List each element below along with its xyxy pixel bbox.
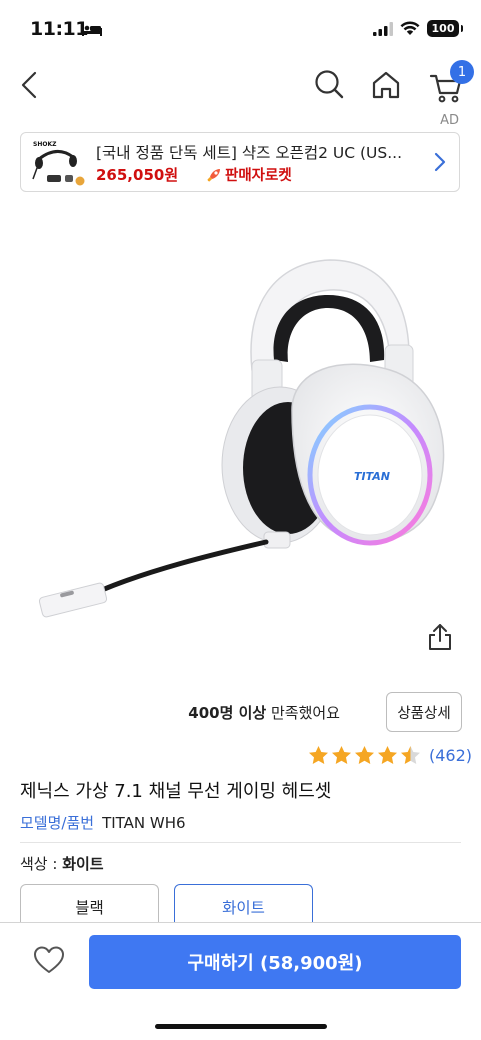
- search-icon[interactable]: [310, 66, 348, 104]
- ad-delivery-badge: 판매자로켓: [206, 164, 292, 185]
- color-value: 화이트: [62, 855, 104, 873]
- star-icon: [378, 746, 397, 764]
- model-value: TITAN WH6: [102, 814, 186, 832]
- product-image-headset[interactable]: TITAN: [30, 250, 460, 630]
- satisfaction-text: 400명 이상 만족했어요: [0, 702, 340, 723]
- model-label: 모델명/품번: [20, 814, 95, 832]
- bottom-action-bar: 구매하기 (58,900원): [0, 922, 481, 1040]
- heart-icon[interactable]: [33, 945, 65, 975]
- model-row: 모델명/품번 TITAN WH6: [20, 812, 186, 833]
- color-row: 색상 : 화이트: [20, 853, 104, 874]
- satisfaction-count: 400명 이상: [188, 704, 267, 722]
- product-title: 제닉스 가상 7.1 채널 무선 게이밍 헤드셋: [20, 781, 332, 802]
- star-icon: [355, 746, 374, 764]
- status-indicators: 100: [373, 20, 463, 37]
- status-bar: 11:11 100: [0, 0, 481, 58]
- product-detail-button[interactable]: 상품상세: [386, 692, 462, 732]
- sleep-bed-icon: [82, 24, 102, 36]
- color-label: 색상 :: [20, 855, 63, 873]
- top-nav: 1: [0, 58, 481, 114]
- cart-count-badge: 1: [450, 60, 474, 84]
- satisfaction-label: 만족했어요: [266, 704, 340, 722]
- svg-text:SHOKZ: SHOKZ: [33, 141, 57, 148]
- star-icon: [309, 746, 328, 764]
- star-icon: [401, 746, 420, 764]
- rating[interactable]: (462): [308, 745, 472, 766]
- review-count[interactable]: (462): [429, 746, 472, 765]
- ad-banner[interactable]: SHOKZ [국내 정품 단독 세트] 샥즈 오픈컴2 UC (US... 26…: [20, 132, 460, 192]
- ad-price: 265,050원: [96, 166, 179, 184]
- star-icon: [332, 746, 351, 764]
- ad-label: AD: [440, 113, 459, 128]
- ad-delivery-label: 판매자로켓: [225, 168, 292, 184]
- divider: [20, 842, 461, 843]
- cart-button[interactable]: 1: [426, 60, 474, 106]
- ad-product-thumbnail: SHOKZ: [32, 141, 85, 186]
- chevron-right-icon: [434, 152, 446, 172]
- rating-stars: [308, 745, 421, 766]
- status-time: 11:11: [30, 18, 88, 40]
- cellular-signal-icon: [373, 21, 393, 36]
- battery-indicator: 100: [427, 20, 463, 37]
- home-icon[interactable]: [367, 66, 405, 104]
- back-arrow-icon[interactable]: [14, 66, 46, 104]
- wifi-icon: [400, 21, 420, 35]
- headset-brand-text: TITAN: [354, 470, 390, 483]
- ad-title: [국내 정품 단독 세트] 샥즈 오픈컴2 UC (US...: [96, 144, 403, 162]
- share-icon[interactable]: [426, 622, 454, 652]
- buy-button[interactable]: 구매하기 (58,900원): [89, 935, 461, 989]
- home-indicator: [155, 1024, 327, 1029]
- rocket-icon: [207, 168, 220, 181]
